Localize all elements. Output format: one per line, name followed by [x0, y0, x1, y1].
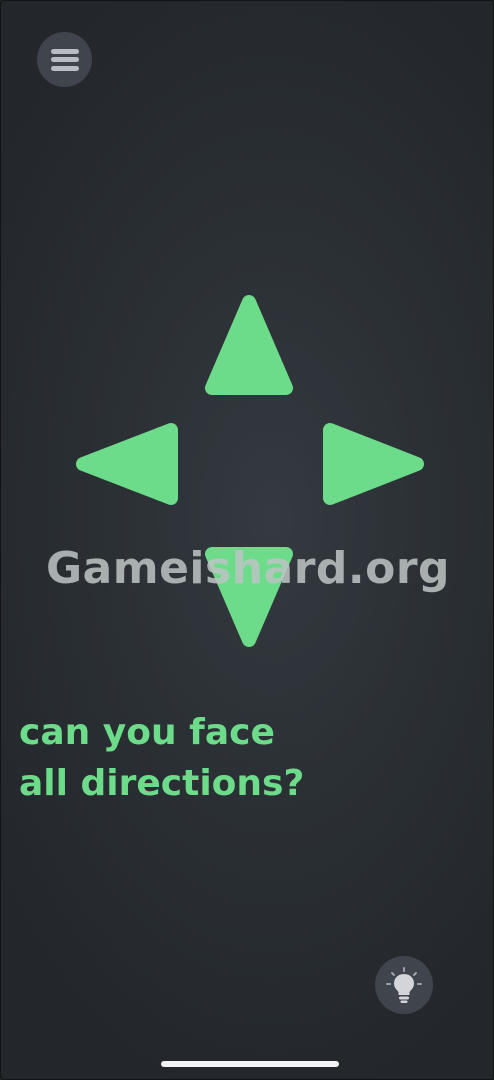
hint-button[interactable] — [375, 956, 433, 1014]
arrow-left[interactable] — [76, 423, 178, 505]
prompt-line-2: all directions? — [19, 763, 305, 804]
watermark: Gameishard.org — [45, 543, 451, 594]
lightbulb-icon — [386, 967, 422, 1003]
home-indicator[interactable] — [161, 1061, 339, 1067]
prompt-line-1: can you face — [19, 712, 275, 753]
arrow-up[interactable] — [205, 295, 293, 395]
direction-pad — [76, 295, 424, 647]
level-prompt: can you face all directions? — [19, 707, 304, 809]
arrow-right[interactable] — [323, 423, 424, 505]
game-screen: Gameishard.org can you face all directio… — [0, 0, 494, 1080]
